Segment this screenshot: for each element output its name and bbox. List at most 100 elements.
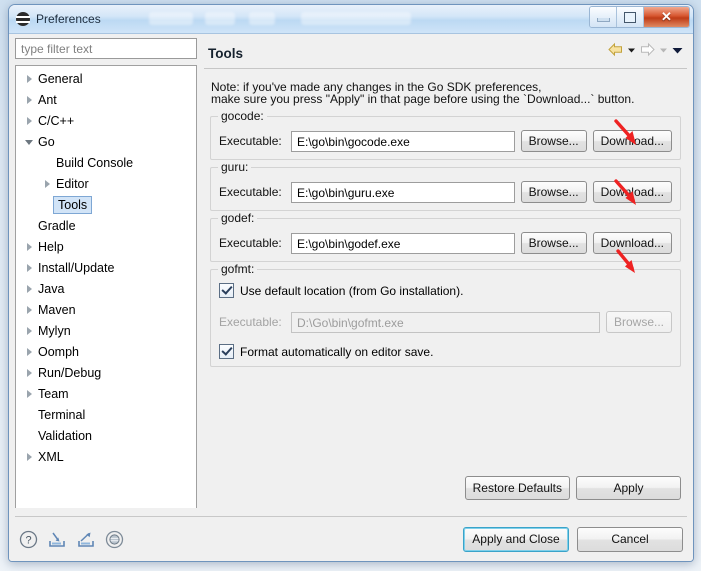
chevron-right-icon[interactable] bbox=[22, 116, 36, 125]
godef-browse-button[interactable]: Browse... bbox=[520, 232, 587, 254]
tree-item-maven[interactable]: Maven bbox=[16, 299, 196, 320]
export-icon[interactable] bbox=[76, 530, 96, 549]
svg-text:?: ? bbox=[25, 534, 31, 546]
tree-item-ant[interactable]: Ant bbox=[16, 89, 196, 110]
maximize-button[interactable] bbox=[617, 7, 644, 27]
tree-item-general[interactable]: General bbox=[16, 68, 196, 89]
guru-download-button[interactable]: Download... bbox=[592, 181, 672, 203]
godef-executable-row: Executable: E:\go\bin\godef.exe Browse... D… bbox=[219, 232, 672, 254]
view-menu-icon[interactable] bbox=[671, 43, 684, 57]
gocode-group-label: gocode: bbox=[218, 109, 267, 123]
gofmt-executable-row: Executable: D:\Go\bin\gofmt.exe Browse..… bbox=[219, 311, 672, 333]
tree-item-label: General bbox=[38, 71, 83, 86]
disc-icon[interactable] bbox=[105, 530, 124, 549]
pane-body: Note: if you've made any changes in the … bbox=[204, 69, 687, 508]
tree-item-label: Build Console bbox=[56, 155, 134, 170]
chevron-right-icon[interactable] bbox=[22, 347, 36, 356]
gocode-download-button[interactable]: Download... bbox=[592, 130, 672, 152]
chevron-down-icon[interactable] bbox=[22, 138, 36, 145]
godef-group-label: godef: bbox=[218, 211, 258, 225]
close-button[interactable]: ✕ bbox=[644, 7, 689, 27]
tree-item-install-update[interactable]: Install/Update bbox=[16, 257, 196, 278]
guru-executable-label: Executable: bbox=[219, 185, 282, 199]
chevron-right-icon[interactable] bbox=[22, 326, 36, 335]
godef-group: godef: Executable: E:\go\bin\godef.exe Brow… bbox=[210, 211, 681, 262]
tree-item-mylyn[interactable]: Mylyn bbox=[16, 320, 196, 341]
chevron-right-icon[interactable] bbox=[22, 284, 36, 293]
tree-item-run-debug[interactable]: Run/Debug bbox=[16, 362, 196, 383]
title-bar[interactable]: Preferences ✕ bbox=[9, 5, 693, 34]
dialog-body: type filter text General Ant C/C++ Go Build … bbox=[9, 34, 693, 561]
format-on-save-checkbox[interactable] bbox=[219, 344, 234, 359]
guru-browse-button[interactable]: Browse... bbox=[520, 181, 587, 203]
tree-item-terminal[interactable]: Terminal bbox=[16, 404, 196, 425]
tree-item-label: Run/Debug bbox=[38, 365, 102, 380]
tree-item-label: Install/Update bbox=[38, 260, 115, 275]
preferences-tree[interactable]: General Ant C/C++ Go Build Console Editor Tool… bbox=[15, 65, 197, 508]
guru-executable-input[interactable]: E:\go\bin\guru.exe bbox=[291, 181, 515, 203]
help-icon[interactable]: ? bbox=[19, 530, 38, 549]
tree-item-label: Validation bbox=[38, 428, 92, 443]
tree-item-xml[interactable]: XML bbox=[16, 446, 196, 467]
chevron-right-icon[interactable] bbox=[22, 452, 36, 461]
tree-item-validation[interactable]: Validation bbox=[16, 425, 196, 446]
gocode-executable-input[interactable]: E:\go\bin\gocode.exe bbox=[291, 130, 515, 152]
tree-item-label: C/C++ bbox=[38, 113, 75, 128]
tree-item-label: Team bbox=[38, 386, 69, 401]
tree-item-label: Editor bbox=[56, 176, 89, 191]
tree-item-team[interactable]: Team bbox=[16, 383, 196, 404]
format-on-save-row[interactable]: Format automatically on editor save. bbox=[219, 344, 672, 359]
tree-item-build-console[interactable]: Build Console bbox=[16, 152, 196, 173]
godef-executable-input[interactable]: E:\go\bin\godef.exe bbox=[291, 232, 515, 254]
gocode-executable-label: Executable: bbox=[219, 134, 282, 148]
import-icon[interactable] bbox=[47, 530, 67, 549]
titlebar-ghost bbox=[205, 12, 235, 25]
tree-item-label: Maven bbox=[38, 302, 76, 317]
filter-input[interactable]: type filter text bbox=[15, 38, 197, 59]
tree-item-help[interactable]: Help bbox=[16, 236, 196, 257]
restore-defaults-button[interactable]: Restore Defaults bbox=[464, 476, 570, 500]
gofmt-group-label: gofmt: bbox=[218, 262, 258, 276]
gofmt-executable-label: Executable: bbox=[219, 315, 282, 329]
pane-action-buttons: Restore Defaults Apply bbox=[464, 476, 681, 500]
back-arrow-icon[interactable] bbox=[607, 42, 624, 57]
tree-item-editor[interactable]: Editor bbox=[16, 173, 196, 194]
use-default-location-row[interactable]: Use default location (from Go installati… bbox=[219, 283, 672, 298]
tree-item-label: Help bbox=[38, 239, 64, 254]
chevron-right-icon[interactable] bbox=[22, 389, 36, 398]
window-title: Preferences bbox=[36, 12, 101, 26]
use-default-location-checkbox[interactable] bbox=[219, 283, 234, 298]
right-panel: Tools Note: if you've made any changes i… bbox=[204, 38, 687, 508]
chevron-right-icon[interactable] bbox=[22, 263, 36, 272]
cancel-button[interactable]: Cancel bbox=[577, 526, 683, 552]
apply-and-close-button[interactable]: Apply and Close bbox=[463, 526, 569, 552]
tree-item-java[interactable]: Java bbox=[16, 278, 196, 299]
chevron-right-icon[interactable] bbox=[40, 179, 54, 188]
tool-groups: gocode: Executable: E:\go\bin\gocode.exe Br… bbox=[208, 109, 685, 262]
godef-download-button[interactable]: Download... bbox=[592, 232, 672, 254]
chevron-right-icon[interactable] bbox=[22, 305, 36, 314]
tree-item-tools[interactable]: Tools bbox=[16, 194, 196, 215]
gofmt-executable-input: D:\Go\bin\gofmt.exe bbox=[291, 311, 600, 333]
gocode-browse-button[interactable]: Browse... bbox=[520, 130, 587, 152]
chevron-right-icon[interactable] bbox=[22, 242, 36, 251]
titlebar-ghost bbox=[249, 12, 275, 25]
tree-item-c-c-[interactable]: C/C++ bbox=[16, 110, 196, 131]
tree-item-label: Go bbox=[38, 134, 55, 149]
minimize-button[interactable] bbox=[590, 7, 617, 27]
back-dropdown-icon[interactable] bbox=[626, 43, 637, 57]
format-on-save-label: Format automatically on editor save. bbox=[240, 344, 434, 359]
content-area: type filter text General Ant C/C++ Go Build … bbox=[15, 38, 687, 508]
chevron-right-icon[interactable] bbox=[22, 368, 36, 377]
apply-button[interactable]: Apply bbox=[576, 476, 681, 500]
tree-item-label: Terminal bbox=[38, 407, 86, 422]
chevron-right-icon[interactable] bbox=[22, 74, 36, 83]
tree-item-go[interactable]: Go bbox=[16, 131, 196, 152]
gocode-executable-row: Executable: E:\go\bin\gocode.exe Browse...… bbox=[219, 130, 672, 152]
tree-item-label: Gradle bbox=[38, 218, 76, 233]
tree-item-label: Oomph bbox=[38, 344, 79, 359]
tree-item-oomph[interactable]: Oomph bbox=[16, 341, 196, 362]
tree-item-gradle[interactable]: Gradle bbox=[16, 215, 196, 236]
chevron-right-icon[interactable] bbox=[22, 95, 36, 104]
forward-dropdown-icon bbox=[658, 43, 669, 57]
